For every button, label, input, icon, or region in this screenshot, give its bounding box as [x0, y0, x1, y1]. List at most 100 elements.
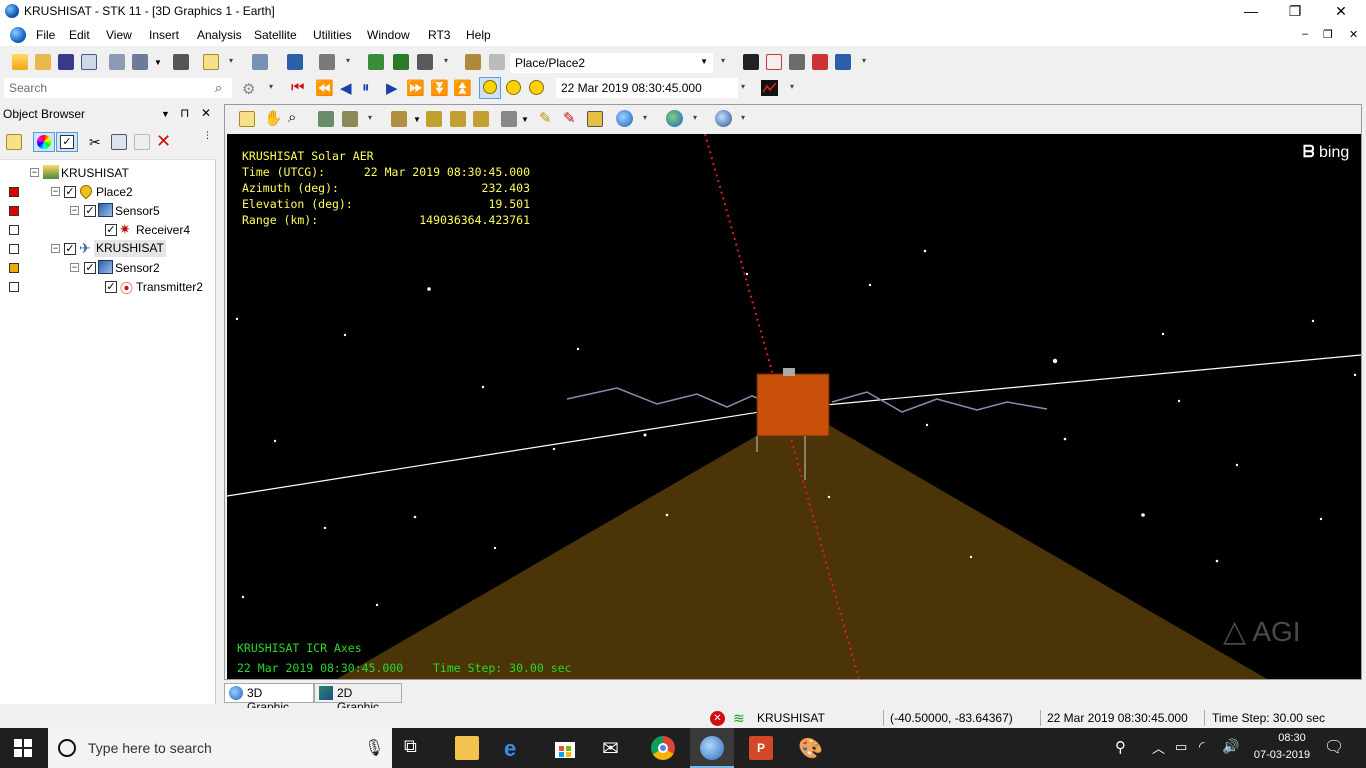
- object-tools-icon[interactable]: [132, 54, 148, 70]
- open-icon[interactable]: [35, 54, 51, 70]
- tree-item-place2[interactable]: − ✓ Place2: [0, 182, 216, 201]
- error-icon[interactable]: ✕: [710, 711, 725, 726]
- print-icon[interactable]: [173, 54, 189, 70]
- brush-icon[interactable]: ✎: [539, 109, 552, 127]
- taskbar-search-box[interactable]: Type here to search 🎙: [48, 728, 392, 768]
- increase-step-icon[interactable]: ⏫: [453, 79, 472, 97]
- chevron-down-icon[interactable]: ▼: [700, 57, 708, 66]
- properties-icon[interactable]: [239, 111, 255, 127]
- tree-item-transmitter2[interactable]: ✓ ⦿ Transmitter2: [0, 278, 216, 296]
- wifi-icon[interactable]: ◜: [1199, 738, 1204, 755]
- notifications-icon[interactable]: 🗨: [1324, 737, 1344, 757]
- chevron-down-icon[interactable]: ▼: [154, 58, 162, 67]
- mail-icon[interactable]: ✉: [602, 736, 626, 760]
- chrome-icon[interactable]: [651, 736, 675, 760]
- zoom-icon[interactable]: ⌕: [288, 109, 296, 126]
- clock-icon[interactable]: [529, 80, 544, 95]
- view-north-icon[interactable]: [473, 111, 489, 127]
- store-icon[interactable]: [553, 736, 577, 760]
- battery-icon[interactable]: ▭: [1175, 739, 1187, 755]
- menu-file[interactable]: File: [36, 28, 55, 42]
- save-icon[interactable]: [58, 54, 74, 70]
- orbit-system-icon[interactable]: [501, 111, 517, 127]
- view-from-to-icon[interactable]: [391, 111, 407, 127]
- volume-icon[interactable]: 🔊: [1222, 738, 1239, 755]
- close-button[interactable]: ✕: [1318, 0, 1364, 24]
- panel-close-icon[interactable]: ✕: [201, 106, 211, 120]
- strip-chart-icon[interactable]: [812, 54, 828, 70]
- insert-object-icon[interactable]: [109, 54, 125, 70]
- restore-button[interactable]: ❐: [1272, 0, 1318, 24]
- collapse-icon[interactable]: −: [70, 263, 79, 272]
- menu-view[interactable]: View: [106, 28, 132, 42]
- chain-icon[interactable]: [368, 54, 384, 70]
- new-object-icon[interactable]: [6, 134, 22, 150]
- globe-manager-icon[interactable]: [715, 110, 732, 127]
- object-color-swatch[interactable]: [9, 282, 19, 292]
- step-reverse-icon[interactable]: ⏪: [315, 79, 334, 97]
- toolbar-grip-icon[interactable]: ▾: [643, 113, 649, 129]
- menu-utilities[interactable]: Utilities: [313, 28, 352, 42]
- tab-2d-graphics[interactable]: 2D Graphic...: [314, 683, 402, 714]
- graph-icon[interactable]: [761, 80, 778, 96]
- chevron-up-icon[interactable]: ︿: [1152, 738, 1165, 757]
- people-icon[interactable]: ⚲: [1115, 738, 1126, 756]
- object-combo[interactable]: Place/Place2 ▼: [510, 53, 713, 73]
- properties-icon[interactable]: [81, 54, 97, 70]
- sort-icon[interactable]: [835, 54, 851, 70]
- visibility-checkbox[interactable]: ✓: [84, 205, 96, 217]
- menu-window[interactable]: Window: [367, 28, 410, 42]
- access-icon[interactable]: [287, 54, 303, 70]
- minimize-button[interactable]: —: [1228, 0, 1274, 24]
- toolbar-grip-icon[interactable]: ▾: [741, 82, 747, 98]
- pan-hand-icon[interactable]: ✋: [264, 109, 283, 127]
- file-explorer-icon[interactable]: [455, 736, 479, 760]
- toolbar-grip-icon[interactable]: ▾: [790, 82, 796, 98]
- view-icon[interactable]: [252, 54, 268, 70]
- mdi-restore-button[interactable]: ❐: [1323, 28, 1333, 41]
- toolbar-grip-icon[interactable]: ▾: [862, 56, 868, 72]
- record-icon[interactable]: [342, 111, 358, 127]
- menu-insert[interactable]: Insert: [149, 28, 179, 42]
- deck-access-icon[interactable]: [319, 54, 335, 70]
- menu-rt3[interactable]: RT3: [428, 28, 450, 42]
- play-reverse-icon[interactable]: ◀: [340, 79, 352, 97]
- earth-view-icon[interactable]: [666, 110, 683, 127]
- realtime-toggle[interactable]: [479, 77, 501, 99]
- pause-icon[interactable]: ⏸: [362, 79, 370, 96]
- delete-icon[interactable]: ✕: [156, 131, 171, 152]
- more-options-icon[interactable]: ⋮: [203, 130, 212, 141]
- windows-start-icon[interactable]: [14, 739, 32, 757]
- chevron-down-icon[interactable]: ▼: [413, 115, 421, 124]
- object-color-swatch[interactable]: [9, 225, 19, 235]
- tree-item-scenario[interactable]: − KRUSHISAT: [0, 164, 216, 182]
- tree-item-sensor5[interactable]: − ✓ Sensor5: [0, 202, 216, 220]
- view-home-icon[interactable]: [426, 111, 442, 127]
- step-forward-icon[interactable]: ⏩: [406, 79, 425, 97]
- decrease-step-icon[interactable]: ⏬: [430, 79, 449, 97]
- toolbar-grip-icon[interactable]: ▾: [741, 113, 747, 129]
- paste-icon[interactable]: [134, 134, 150, 150]
- highlight-icon[interactable]: ✎: [563, 109, 576, 127]
- pin-icon[interactable]: ⊓: [180, 106, 189, 120]
- powerpoint-icon[interactable]: P: [749, 736, 773, 760]
- visibility-checkbox[interactable]: ✓: [64, 186, 76, 198]
- visibility-checkbox[interactable]: ✓: [64, 243, 76, 255]
- play-icon[interactable]: ▶: [386, 79, 398, 97]
- toolbar-grip-icon[interactable]: ▾: [444, 56, 450, 72]
- object-selector-icon[interactable]: [465, 54, 481, 70]
- object-color-swatch[interactable]: [9, 263, 19, 273]
- search-box[interactable]: Search ⌕: [4, 78, 232, 98]
- time-field[interactable]: 22 Mar 2019 08:30:45.000: [556, 78, 738, 98]
- stk-taskbar-button[interactable]: [690, 728, 734, 768]
- collapse-icon[interactable]: −: [51, 187, 60, 196]
- report-graph-icon[interactable]: [766, 54, 782, 70]
- task-view-icon[interactable]: ⧉: [404, 736, 428, 760]
- toolbar-grip-icon[interactable]: ▾: [346, 56, 352, 72]
- object-color-swatch[interactable]: [9, 244, 19, 254]
- paint-icon[interactable]: 🎨: [798, 736, 823, 760]
- settings-gear-icon[interactable]: ⚙: [242, 80, 255, 98]
- menu-analysis[interactable]: Analysis: [197, 28, 242, 42]
- stk-app-icon[interactable]: [5, 4, 19, 18]
- tree-item-sensor2[interactable]: − ✓ Sensor2: [0, 259, 216, 277]
